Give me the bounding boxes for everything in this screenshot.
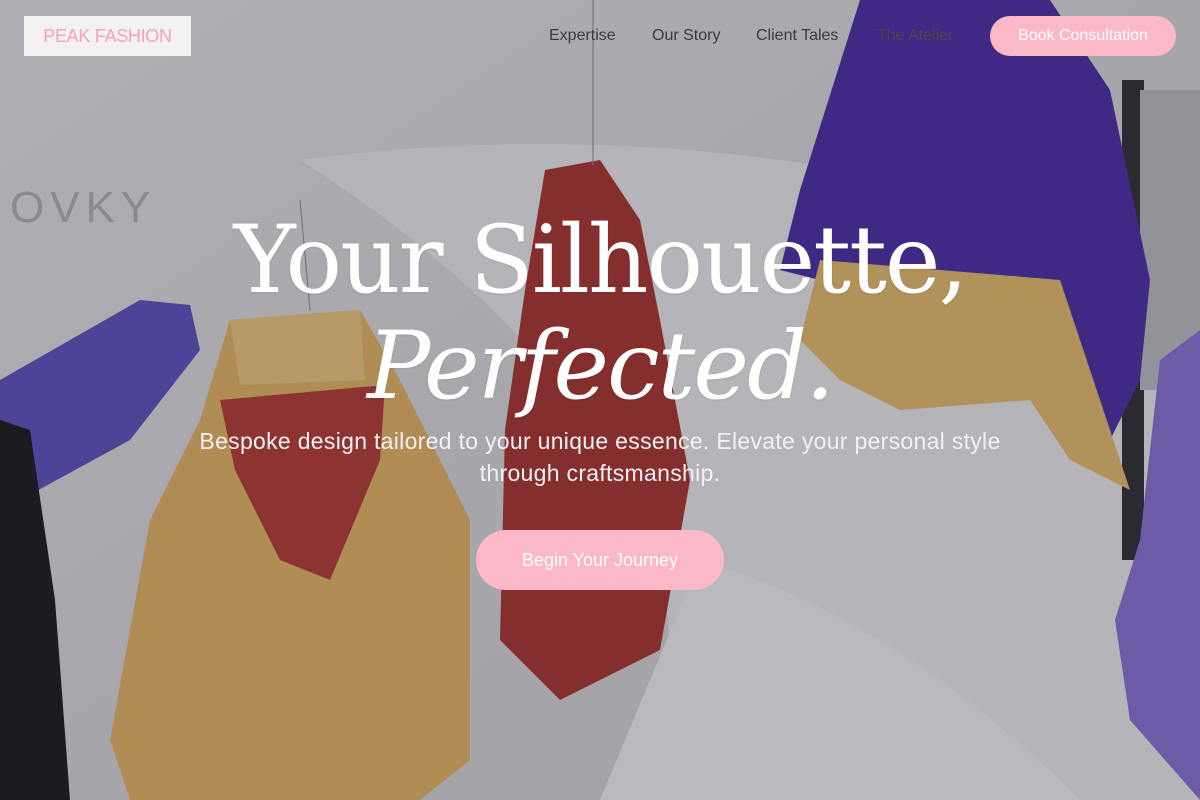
nav-link-our-story[interactable]: Our Story	[652, 24, 720, 48]
nav-link-the-atelier[interactable]: The Atelier	[877, 24, 953, 48]
nav-link-client-tales[interactable]: Client Tales	[756, 24, 838, 48]
hero-title-line2: Perfected.	[366, 312, 835, 421]
hero-subtitle: Bespoke design tailored to your unique e…	[199, 428, 1001, 486]
book-consultation-button[interactable]: Book Consultation	[990, 16, 1176, 56]
hero-title: Your Silhouette, Perfected.	[0, 208, 1200, 420]
begin-journey-button[interactable]: Begin Your Journey	[476, 530, 724, 590]
nav-link-expertise[interactable]: Expertise	[549, 24, 616, 48]
hero-section: OVKY PEAK FASHION Expertise Our Story Cl…	[0, 0, 1200, 800]
hero-title-line1: Your Silhouette,	[233, 206, 969, 315]
